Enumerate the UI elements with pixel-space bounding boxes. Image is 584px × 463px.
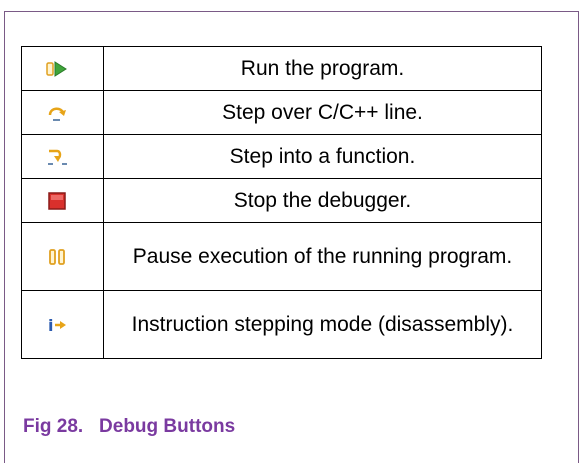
run-icon bbox=[46, 60, 67, 77]
figure-caption: Fig 28. Debug Buttons bbox=[23, 416, 235, 438]
figure-number: Fig 28. bbox=[23, 416, 84, 437]
row-label: Pause execution of the running program. bbox=[103, 222, 542, 291]
row-label: Stop the debugger. bbox=[103, 178, 542, 223]
icon-cell bbox=[21, 134, 104, 179]
instruction-step-icon: i bbox=[48, 316, 66, 335]
row-label: Instruction stepping mode (disassembly). bbox=[103, 290, 542, 359]
pause-icon bbox=[49, 248, 65, 265]
svg-text:i: i bbox=[48, 316, 53, 335]
step-into-icon bbox=[48, 149, 67, 165]
table-row: Run the program. bbox=[21, 46, 542, 91]
table-row: i Instruction stepping mode (disassembly… bbox=[21, 290, 542, 359]
icon-cell: i bbox=[21, 290, 104, 359]
table-row: Step over C/C++ line. bbox=[21, 90, 542, 135]
row-label: Run the program. bbox=[103, 46, 542, 91]
stop-icon bbox=[48, 191, 66, 210]
icon-cell bbox=[21, 90, 104, 135]
step-over-icon bbox=[48, 107, 66, 121]
table-row: Pause execution of the running program. bbox=[21, 222, 542, 291]
row-label: Step over C/C++ line. bbox=[103, 90, 542, 135]
icon-cell bbox=[21, 178, 104, 223]
figure-title: Debug Buttons bbox=[99, 416, 236, 437]
debug-buttons-table: Run the program. Step over C/C++ line. S… bbox=[21, 46, 542, 359]
row-label: Step into a function. bbox=[103, 134, 542, 179]
icon-cell bbox=[21, 46, 104, 91]
icon-cell bbox=[21, 222, 104, 291]
table-row: Stop the debugger. bbox=[21, 178, 542, 223]
table-row: Step into a function. bbox=[21, 134, 542, 179]
